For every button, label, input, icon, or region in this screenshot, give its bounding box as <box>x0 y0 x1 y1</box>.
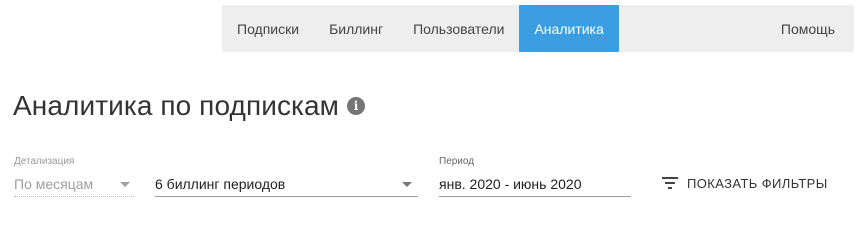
chevron-down-icon <box>402 181 412 187</box>
analytics-page: Подписки Биллинг Пользователи Аналитика … <box>0 0 862 204</box>
show-filters-button[interactable]: ПОКАЗАТЬ ФИЛЬТРЫ <box>662 172 828 194</box>
detail-select-label: Детализация <box>14 156 75 167</box>
period-range-value: янв. 2020 - июнь 2020 <box>439 176 582 192</box>
period-range-label: Период <box>439 156 475 167</box>
periods-select: 6 биллинг периодов <box>155 156 418 198</box>
nav-tab-subscriptions[interactable]: Подписки <box>222 5 314 52</box>
periods-select-value: 6 биллинг периодов <box>155 176 286 192</box>
filter-list-icon <box>662 177 678 189</box>
nav-tab-analytics[interactable]: Аналитика <box>519 5 619 52</box>
detail-select: Детализация По месяцам <box>14 156 134 198</box>
show-filters-label: ПОКАЗАТЬ ФИЛЬТРЫ <box>687 175 828 191</box>
top-navigation: Подписки Биллинг Пользователи Аналитика … <box>222 5 854 52</box>
detail-select-value: По месяцам <box>14 176 94 192</box>
page-title: Аналитика по подпискам <box>13 90 340 121</box>
nav-tab-billing[interactable]: Биллинг <box>314 5 398 52</box>
period-range-input[interactable]: янв. 2020 - июнь 2020 <box>439 172 631 197</box>
period-range-field: Период янв. 2020 - июнь 2020 <box>439 156 631 198</box>
nav-help-link[interactable]: Помощь <box>766 5 854 52</box>
detail-select-control[interactable]: По месяцам <box>14 172 134 197</box>
info-icon[interactable]: i <box>347 97 366 115</box>
nav-tab-users[interactable]: Пользователи <box>398 5 519 52</box>
chevron-down-icon <box>120 181 130 187</box>
periods-select-control[interactable]: 6 биллинг периодов <box>155 172 418 197</box>
title-row: Аналитика по подпискам i <box>13 90 366 122</box>
